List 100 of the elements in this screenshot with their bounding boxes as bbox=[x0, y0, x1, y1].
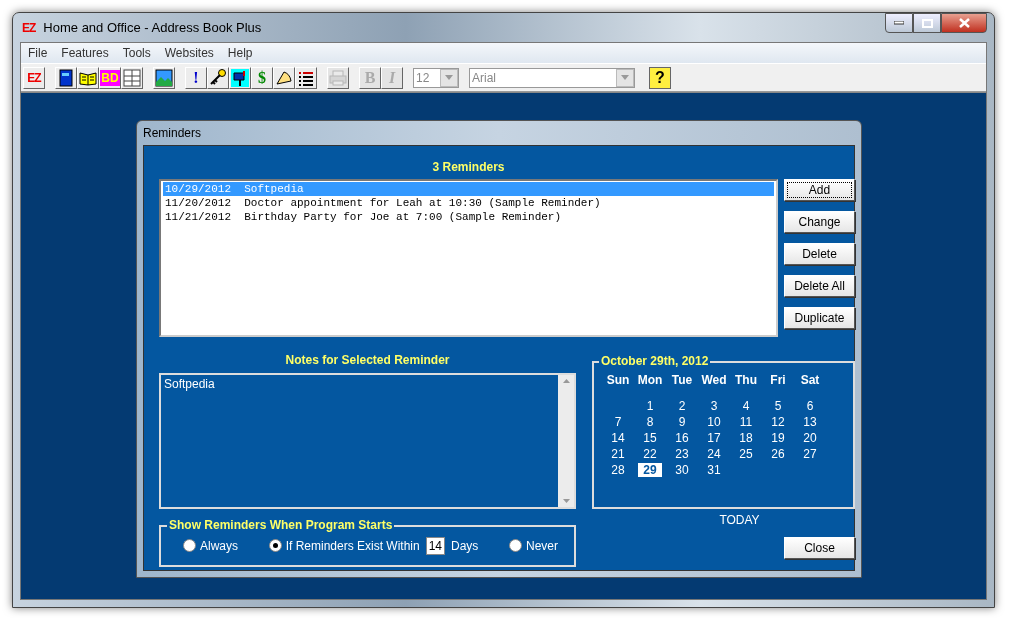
toolbar-button[interactable] bbox=[55, 66, 77, 89]
calendar-day[interactable]: 17 bbox=[702, 431, 726, 446]
weekday-label: Mon bbox=[636, 373, 664, 390]
calendar-day[interactable]: 19 bbox=[766, 431, 790, 446]
weekday-label: Fri bbox=[769, 373, 787, 390]
dialog-button[interactable]: Change bbox=[784, 211, 855, 234]
open-book-icon bbox=[79, 69, 97, 86]
minimize-icon bbox=[894, 21, 904, 25]
calendar-day[interactable]: 31 bbox=[702, 463, 726, 478]
calendar-day[interactable]: 10 bbox=[702, 415, 726, 430]
scroll-up-icon bbox=[562, 378, 570, 383]
menu-item[interactable]: Features bbox=[54, 46, 116, 60]
toolbar-button[interactable]: ! bbox=[185, 66, 207, 89]
book-icon bbox=[58, 68, 74, 87]
calendar-day[interactable]: 16 bbox=[670, 431, 694, 446]
radio-label[interactable]: If Reminders Exist Within bbox=[285, 538, 420, 553]
notes-heading: Notes for Selected Reminder bbox=[285, 353, 450, 368]
dialog-button[interactable]: Delete All bbox=[784, 275, 855, 298]
calendar-day[interactable]: 18 bbox=[734, 431, 758, 446]
radio-button[interactable] bbox=[268, 539, 282, 553]
weekday-label: Sat bbox=[799, 373, 821, 390]
close-button[interactable] bbox=[941, 13, 987, 33]
weekday-label: Tue bbox=[670, 373, 694, 390]
dropdown-arrow-icon bbox=[621, 75, 629, 80]
calendar-day[interactable]: 26 bbox=[766, 447, 790, 462]
window-title: Home and Office - Address Book Plus bbox=[43, 20, 262, 35]
toolbar-button[interactable] bbox=[77, 66, 99, 89]
calendar-day[interactable]: 30 bbox=[670, 463, 694, 478]
today-button[interactable]: TODAY bbox=[592, 512, 855, 527]
menu-item[interactable]: Help bbox=[220, 46, 260, 60]
reminder-row[interactable]: 11/21/2012 Birthday Party for Joe at 7:00 (Sample Reminder) bbox=[163, 210, 774, 225]
toolbar-button[interactable] bbox=[295, 66, 317, 89]
mailbox-icon bbox=[231, 68, 249, 87]
toolbar-button[interactable]: EZ bbox=[23, 66, 45, 89]
calendar-day[interactable]: 2 bbox=[670, 399, 694, 414]
toolbar-button[interactable] bbox=[207, 66, 229, 89]
menu-item[interactable]: Tools bbox=[115, 46, 158, 60]
maximize-icon bbox=[921, 18, 933, 28]
calendar-day[interactable]: 5 bbox=[766, 399, 790, 414]
weekday-label: Thu bbox=[734, 373, 758, 390]
radio-button[interactable] bbox=[183, 539, 196, 553]
maximize-button[interactable] bbox=[913, 13, 941, 33]
calendar-day[interactable]: 8 bbox=[638, 415, 662, 430]
calendar-day[interactable]: 11 bbox=[734, 415, 758, 430]
toolbar-button[interactable] bbox=[273, 66, 295, 89]
calendar-day[interactable]: 12 bbox=[766, 415, 790, 430]
menu-item[interactable]: File bbox=[21, 46, 55, 60]
close-icon bbox=[958, 18, 970, 28]
dialog-button[interactable]: Add bbox=[784, 179, 855, 202]
scroll-down-icon bbox=[562, 498, 570, 503]
menu-item[interactable]: Websites bbox=[157, 46, 221, 60]
calendar-day[interactable]: 21 bbox=[606, 447, 630, 462]
calendar-day[interactable]: 15 bbox=[638, 431, 662, 446]
calendar-day[interactable]: 3 bbox=[702, 399, 726, 414]
radio-label[interactable]: Always bbox=[200, 538, 238, 553]
printer-icon bbox=[329, 69, 347, 86]
landscape-icon bbox=[155, 68, 173, 87]
dialog-button[interactable]: Delete bbox=[784, 243, 855, 266]
weekday-label: Wed bbox=[700, 373, 728, 390]
calendar-day[interactable]: 28 bbox=[606, 463, 630, 478]
calendar-day[interactable]: 1 bbox=[638, 399, 662, 414]
toolbar-button[interactable] bbox=[153, 66, 175, 89]
notes-box[interactable]: Softpedia bbox=[159, 372, 576, 509]
scrollbar[interactable] bbox=[558, 374, 574, 507]
days-field[interactable]: 14 bbox=[425, 536, 446, 555]
list-icon bbox=[297, 69, 315, 86]
close-button[interactable]: Close bbox=[784, 536, 855, 559]
weekday-label: Sun bbox=[605, 373, 631, 390]
toolbar-button[interactable] bbox=[229, 66, 251, 89]
reminder-row[interactable]: 11/20/2012 Doctor appointment for Leah at 10:30 (Sample Reminder) bbox=[163, 196, 774, 211]
calendar-day[interactable]: 14 bbox=[606, 431, 630, 446]
calendar-day[interactable]: 4 bbox=[734, 399, 758, 414]
notes-text: Softpedia bbox=[164, 376, 215, 391]
calendar-day[interactable]: 7 bbox=[606, 415, 630, 430]
grid-icon bbox=[123, 68, 141, 87]
calendar-day[interactable]: 22 bbox=[638, 447, 662, 462]
calendar-day[interactable]: 23 bbox=[670, 447, 694, 462]
app-logo: EZ bbox=[22, 20, 36, 35]
calendar-day[interactable]: 6 bbox=[798, 399, 822, 414]
calendar-day[interactable]: 27 bbox=[798, 447, 822, 462]
key-icon bbox=[209, 68, 227, 87]
radio-label[interactable]: Never bbox=[526, 538, 558, 553]
calendar-day[interactable]: 24 bbox=[702, 447, 726, 462]
calendar-day[interactable]: 29 bbox=[638, 463, 662, 478]
dropdown-arrow-icon bbox=[445, 75, 453, 80]
help-button[interactable]: ? bbox=[649, 66, 671, 89]
group-title: Show Reminders When Program Starts bbox=[167, 517, 395, 532]
calendar-day[interactable]: 20 bbox=[798, 431, 822, 446]
reminders-list[interactable]: 10/29/2012 Softpedia 11/20/2012 Doctor appointment for Leah at 10:30 (Sample Reminder) 11/21/2012 Birthday Party for Joe at 7:00 (Sample Reminder) bbox=[159, 179, 778, 338]
calendar-day[interactable]: 25 bbox=[734, 447, 758, 462]
list-heading: 3 Reminders bbox=[432, 160, 505, 174]
calendar-title: October 29th, 2012 bbox=[599, 354, 711, 369]
days-label: Days bbox=[451, 538, 479, 553]
radio-button[interactable] bbox=[509, 539, 522, 553]
calendar-day[interactable]: 9 bbox=[670, 415, 694, 430]
dialog-button[interactable]: Duplicate bbox=[784, 307, 855, 330]
toolbar-button[interactable]: $ bbox=[251, 66, 273, 89]
dialog-title: Reminders bbox=[143, 126, 202, 140]
minimize-button[interactable] bbox=[885, 13, 913, 33]
calendar-day[interactable]: 13 bbox=[798, 415, 822, 430]
